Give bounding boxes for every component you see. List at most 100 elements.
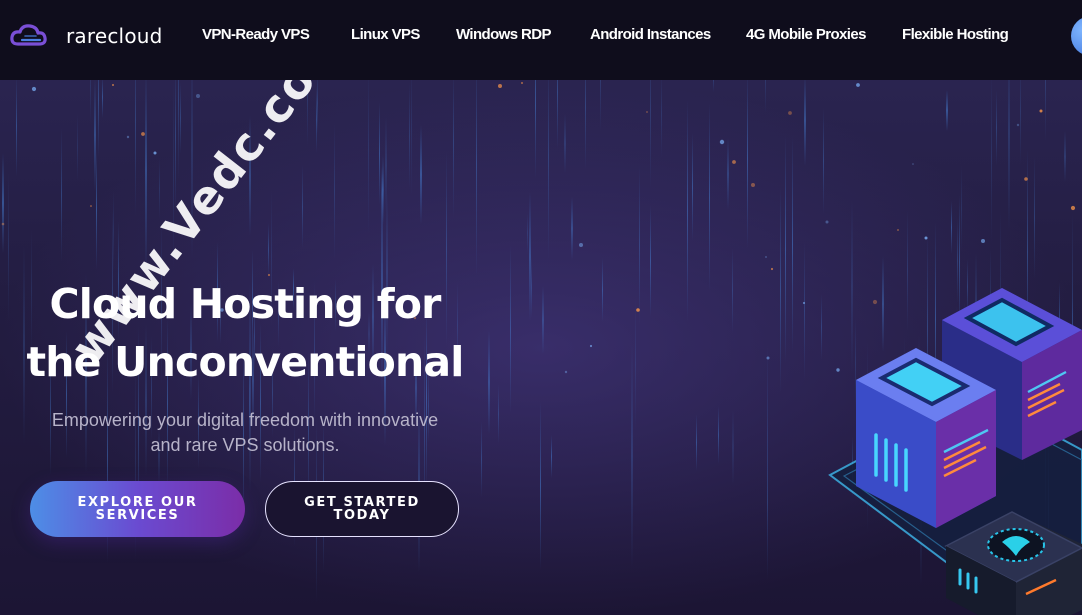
hero-subtitle-line-1: Empowering your digital freedom with inn…: [51, 410, 439, 430]
hero-title-line-2: the Unconventional: [26, 338, 464, 386]
rain-spark: [924, 236, 928, 240]
isometric-servers-illustration: [828, 288, 1082, 615]
rain-streak: [635, 298, 636, 431]
rain-spark: [897, 229, 899, 231]
rain-streak: [639, 165, 640, 325]
rain-streak: [747, 80, 748, 249]
rain-streak: [135, 80, 136, 216]
rain-streak: [823, 108, 824, 214]
rain-streak: [334, 122, 335, 261]
hero-subtitle: Empowering your digital freedom with inn…: [20, 408, 470, 458]
rain-streak: [946, 90, 948, 131]
rain-streak: [1008, 80, 1010, 232]
rain-streak: [732, 410, 734, 485]
rain-spark: [1024, 177, 1028, 181]
explore-services-label-2: SERVICES: [95, 508, 180, 523]
rain-streak: [409, 82, 410, 190]
rain-spark: [153, 151, 157, 155]
rain-streak: [548, 80, 549, 260]
rain-streak: [961, 165, 962, 252]
rain-spark: [1070, 205, 1076, 211]
rain-streak: [564, 114, 566, 173]
get-started-button[interactable]: GET STARTED TODAY: [265, 481, 459, 537]
rain-streak: [249, 115, 251, 236]
nav-android-instances[interactable]: Android Instances: [590, 24, 711, 46]
rain-spark: [589, 344, 593, 348]
rain-streak: [792, 136, 793, 353]
rain-streak: [687, 99, 688, 322]
rain-streak: [61, 128, 62, 262]
rain-streak: [804, 80, 806, 166]
rain-streak: [531, 256, 532, 318]
rain-spark: [981, 239, 985, 243]
rain-streak: [98, 80, 99, 158]
rain-streak: [1020, 80, 1021, 165]
nav-flexible-hosting[interactable]: Flexible Hosting: [902, 24, 1009, 46]
nav-vpn-ready-vps[interactable]: VPN-Ready VPS: [202, 24, 310, 46]
hero-title-line-1: Cloud Hosting for: [49, 280, 441, 328]
hero-subtitle-line-2: and rare VPS solutions.: [150, 435, 340, 455]
cloud-logo-icon: [10, 24, 47, 46]
rain-streak: [765, 80, 766, 113]
rain-streak: [713, 80, 714, 92]
nav-linux-vps[interactable]: Linux VPS: [351, 24, 420, 46]
rain-spark: [770, 267, 774, 271]
rain-spark: [196, 94, 200, 98]
rain-streak: [600, 80, 601, 131]
rain-spark: [912, 163, 914, 165]
rain-spark: [766, 356, 770, 360]
rain-streak: [90, 80, 91, 124]
explore-services-button[interactable]: EXPLORE OUR SERVICES: [30, 481, 245, 537]
rain-streak: [709, 102, 710, 292]
rain-streak: [476, 80, 477, 277]
rain-spark: [126, 135, 130, 139]
rain-spark: [521, 82, 523, 84]
rain-streak: [316, 86, 317, 153]
rain-streak: [718, 406, 719, 464]
rain-streak: [557, 80, 558, 149]
rain-streak: [996, 90, 997, 165]
rain-spark: [825, 220, 829, 224]
rain-spark: [788, 111, 792, 115]
rain-streak: [102, 80, 103, 118]
rain-streak: [692, 133, 693, 241]
get-started-label-2: TODAY: [333, 508, 391, 523]
rain-spark: [112, 84, 114, 86]
rain-streak: [191, 80, 193, 259]
rain-streak: [650, 205, 651, 317]
site-header: rarecloud VPN-Ready VPS Linux VPS Window…: [0, 0, 1082, 80]
rain-streak: [113, 190, 114, 272]
rain-spark: [719, 139, 725, 145]
nav-windows-rdp[interactable]: Windows RDP: [456, 24, 552, 46]
rain-spark: [31, 86, 37, 92]
rain-streak: [307, 80, 308, 146]
rain-streak: [540, 401, 541, 570]
rain-streak: [780, 187, 781, 393]
rain-spark: [856, 83, 860, 87]
rain-streak: [785, 135, 786, 363]
user-avatar-icon[interactable]: [1071, 16, 1082, 56]
rain-streak: [94, 80, 96, 191]
rain-spark: [732, 160, 736, 164]
rain-streak: [77, 113, 78, 182]
rain-streak: [542, 286, 544, 354]
rain-streak: [268, 223, 269, 276]
rain-streak: [650, 80, 651, 188]
nav-4g-mobile-proxies[interactable]: 4G Mobile Proxies: [746, 24, 866, 46]
rain-spark: [564, 370, 568, 374]
hero-section: Cloud Hosting for the Unconventional Emp…: [0, 80, 1082, 615]
rain-streak: [173, 80, 174, 271]
rain-streak: [529, 192, 531, 321]
rain-streak: [951, 201, 952, 254]
rain-streak: [2, 153, 4, 253]
rain-spark: [579, 243, 583, 247]
rain-streak: [1045, 80, 1046, 142]
rain-streak: [767, 344, 768, 524]
rain-streak: [178, 80, 179, 179]
rain-spark: [1, 222, 5, 226]
brand-logo[interactable]: rarecloud: [10, 22, 163, 50]
rain-streak: [96, 148, 97, 270]
rain-streak: [527, 213, 528, 254]
rain-streak: [16, 80, 17, 177]
rain-streak: [571, 197, 573, 260]
